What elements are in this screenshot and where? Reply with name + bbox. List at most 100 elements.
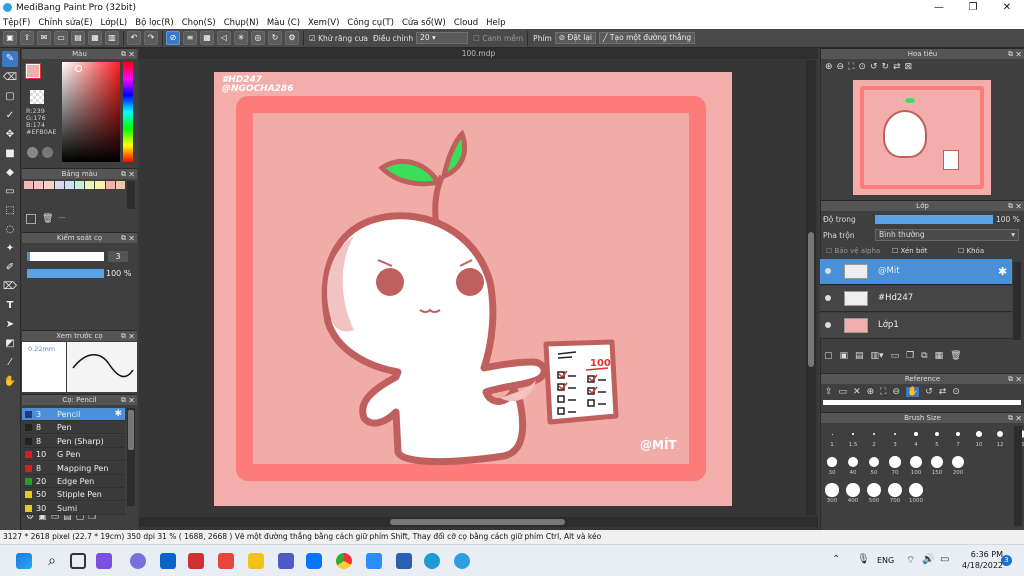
rotate-left-icon[interactable]: ↺ [870, 62, 878, 72]
layer-row[interactable]: #Hd247 [820, 286, 1012, 312]
teams-icon[interactable] [278, 553, 294, 569]
make-line-button[interactable]: ╱ Tạo một đường thẳng [599, 32, 696, 44]
language-indicator[interactable]: ENG [877, 556, 894, 565]
close-icon[interactable]: ✕ [128, 49, 135, 60]
clock[interactable]: 6:36 PM 4/18/2022 [962, 549, 1003, 571]
brush-settings-icon[interactable]: ✱ [114, 408, 122, 421]
snap-curve-icon[interactable]: ↻ [268, 31, 282, 45]
menu-filter[interactable]: Bộ lọc(R) [135, 18, 174, 28]
mail-icon[interactable] [160, 553, 176, 569]
grid-icon[interactable]: ▦ [88, 31, 102, 45]
close-icon[interactable]: ✕ [1015, 201, 1022, 212]
eraser-tool-icon[interactable]: ⌫ [2, 70, 18, 86]
palette-swatch[interactable] [34, 181, 44, 189]
move-tool-icon[interactable]: ✥ [2, 127, 18, 143]
brush-size-dot[interactable] [910, 456, 922, 468]
delete-layer-icon[interactable]: 🗑 [950, 351, 961, 361]
brush-row[interactable]: 8 Pen [22, 421, 125, 435]
divide-tool-icon[interactable]: ◩ [2, 336, 18, 352]
office-icon[interactable] [188, 553, 204, 569]
clipping-checkbox[interactable]: ☐ Xén bớt [892, 247, 927, 255]
brush-row[interactable]: 10 G Pen [22, 448, 125, 462]
palette-swatch[interactable] [24, 181, 34, 189]
brush-tool-icon[interactable]: ✎ [2, 51, 18, 67]
reference-close-icon[interactable]: ✕ [853, 387, 861, 397]
menu-edit[interactable]: Chỉnh sửa(E) [38, 18, 92, 28]
snap-radial-icon[interactable]: ✳ [234, 31, 248, 45]
start-icon[interactable] [16, 553, 32, 569]
secondary-color-swatch[interactable] [30, 90, 44, 104]
reference-eyedropper-icon[interactable]: ⊙ [952, 387, 960, 397]
snap-settings-icon[interactable]: ⚙ [285, 31, 299, 45]
brush-size-dot[interactable] [846, 483, 860, 497]
volume-icon[interactable]: 🔊 [922, 554, 934, 565]
brush-size-dot[interactable] [827, 457, 837, 467]
brush-size-slider[interactable] [27, 252, 104, 261]
zoom-icon[interactable] [366, 553, 382, 569]
layer-opacity-slider[interactable] [875, 215, 993, 224]
maximize-icon[interactable]: ⧉ [121, 233, 126, 244]
brush-size-dot[interactable] [935, 432, 939, 436]
color-picker-icon[interactable] [42, 147, 53, 158]
zalo-icon[interactable] [306, 553, 322, 569]
reference-rotate-icon[interactable]: ↺ [925, 387, 933, 397]
brush-row[interactable]: 30 Sumi [22, 501, 125, 515]
export-icon[interactable]: ⇪ [20, 31, 34, 45]
undo-icon[interactable]: ↶ [127, 31, 141, 45]
color-wheel-icon[interactable] [27, 147, 38, 158]
close-icon[interactable]: ✕ [1015, 413, 1022, 424]
layer-row[interactable]: Lớp1 [820, 313, 1012, 339]
menu-view[interactable]: Xem(V) [308, 18, 339, 28]
brush-row[interactable]: 3 Pencil ✱ [22, 408, 125, 421]
comment-icon[interactable]: ✉ [37, 31, 51, 45]
hand-tool-icon[interactable]: ✋ [2, 374, 18, 390]
fit-icon[interactable]: ⛶ [848, 62, 854, 72]
saturation-picker[interactable] [62, 62, 120, 162]
maximize-icon[interactable]: ⧉ [121, 169, 126, 180]
task-view-icon[interactable] [70, 553, 86, 569]
lasso-tool-icon[interactable]: ◌ [2, 222, 18, 238]
select-eraser-tool-icon[interactable]: ⌦ [2, 279, 18, 295]
layer-settings-icon[interactable]: ✱ [998, 265, 1007, 278]
layer-row[interactable]: @Mit ✱ [820, 259, 1012, 285]
brush-size-dot[interactable] [825, 483, 839, 497]
palette-swatch[interactable] [95, 181, 105, 189]
word-icon[interactable] [396, 553, 412, 569]
add-palette-icon[interactable] [26, 214, 36, 224]
operation-tool-icon[interactable]: ➤ [2, 317, 18, 333]
brush-size-dot[interactable] [867, 483, 881, 497]
edge-icon[interactable] [424, 553, 440, 569]
brush-row[interactable]: 20 Edge Pen [22, 475, 125, 488]
delete-palette-icon[interactable]: 🗑 [42, 214, 53, 224]
text-tool-icon[interactable]: T [2, 298, 18, 314]
gift-icon[interactable] [218, 553, 234, 569]
antialias-checkbox[interactable]: ☑ Khử răng cưa [309, 34, 368, 43]
chat-icon[interactable]: ▭ [54, 31, 68, 45]
palette-swatch[interactable] [44, 181, 54, 189]
teams-chat-icon[interactable] [96, 553, 112, 569]
vertical-scroll-thumb[interactable] [808, 232, 814, 367]
adjust-select[interactable]: 20 ▾ [416, 32, 469, 44]
close-icon[interactable]: ✕ [128, 395, 135, 406]
messenger-icon[interactable] [130, 553, 146, 569]
hue-slider[interactable] [123, 62, 133, 162]
horizontal-scroll-thumb[interactable] [390, 519, 565, 525]
close-button[interactable]: ✕ [990, 0, 1024, 16]
snap-cross-icon[interactable]: ▦ [200, 31, 214, 45]
brush-size-dot[interactable] [848, 457, 858, 467]
palette-scrollbar[interactable] [127, 181, 135, 209]
brush-list-scrollbar[interactable] [127, 408, 135, 506]
rotate-right-icon[interactable]: ↻ [882, 62, 890, 72]
menu-snap[interactable]: Chụp(N) [224, 18, 259, 28]
eye-icon[interactable] [825, 322, 831, 328]
palette-swatch[interactable] [85, 181, 95, 189]
actual-size-icon[interactable]: ⊙ [858, 62, 866, 72]
new-layer-icon[interactable]: ▢ [824, 351, 833, 361]
add-layer-menu-icon[interactable]: ▥▾ [871, 351, 884, 361]
flip-icon[interactable]: ⇄ [893, 62, 901, 72]
menu-help[interactable]: Help [486, 18, 505, 28]
reset-button[interactable]: ⊘ Đặt lại [554, 32, 597, 44]
snap-off-icon[interactable]: ⊘ [166, 31, 180, 45]
primary-color-swatch[interactable] [26, 64, 40, 78]
brush-size-dot[interactable] [831, 433, 833, 435]
